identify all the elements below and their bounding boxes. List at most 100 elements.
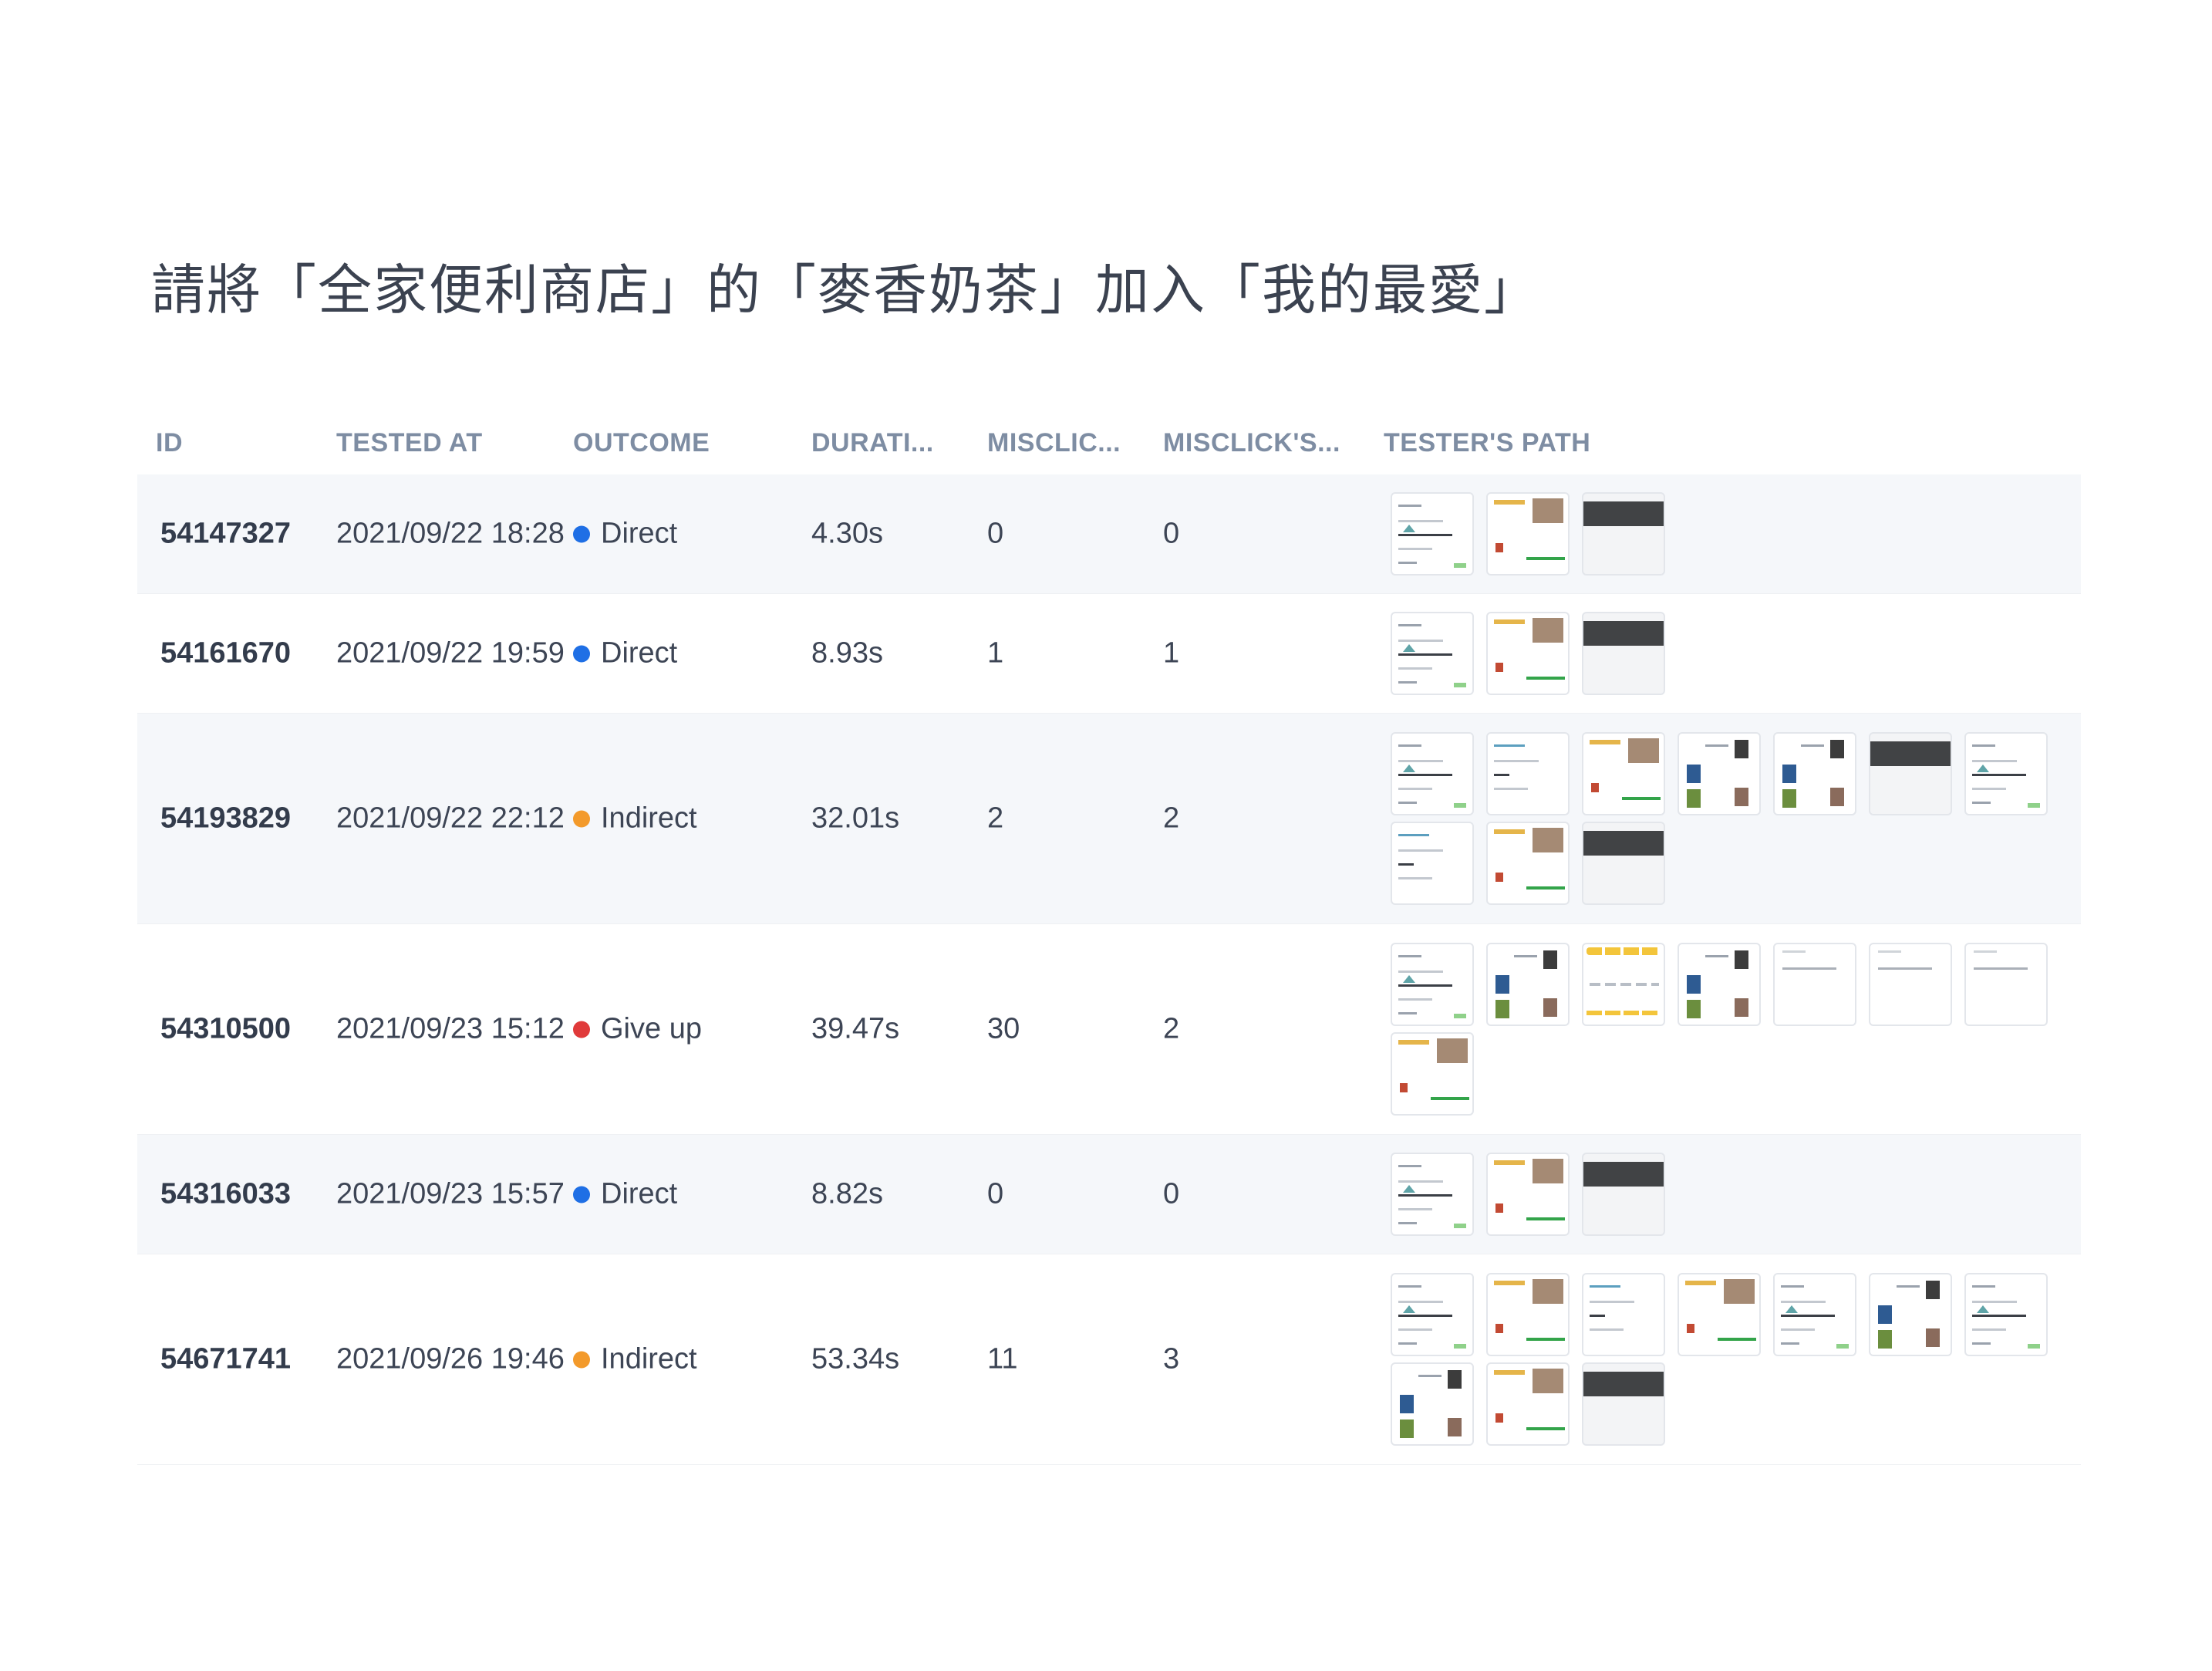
row-outcome: Indirect — [573, 802, 697, 836]
outcome-dot-icon — [573, 1186, 590, 1203]
screen-thumbnail-product[interactable] — [1486, 822, 1570, 905]
screen-thumbnail-product[interactable] — [1486, 1153, 1570, 1236]
screen-thumbnail-dark[interactable] — [1582, 612, 1665, 695]
column-header-misclicks[interactable]: MISCLIC... — [987, 428, 1121, 458]
row-misclick-screens: 3 — [1163, 1342, 1180, 1376]
screen-thumbnail-products[interactable] — [1869, 1273, 1952, 1356]
outcome-dot-icon — [573, 1021, 590, 1038]
row-tested-at: 2021/09/23 15:12 — [336, 1012, 565, 1045]
screen-thumbnail-products[interactable] — [1391, 1362, 1474, 1446]
table-row[interactable]: 54310500 2021/09/23 15:12 Give up 39.47s… — [137, 924, 2081, 1135]
screen-thumbnail-home[interactable] — [1391, 732, 1474, 815]
row-tested-at: 2021/09/22 18:28 — [336, 517, 565, 550]
row-outcome-label: Direct — [601, 636, 678, 670]
row-duration: 32.01s — [811, 802, 900, 835]
row-outcome: Direct — [573, 637, 677, 670]
screen-thumbnail-products[interactable] — [1486, 943, 1570, 1026]
screen-thumbnail-product[interactable] — [1486, 1362, 1570, 1446]
testers-path — [1391, 492, 2048, 576]
row-duration: 8.93s — [811, 636, 883, 670]
table-row[interactable]: 54193829 2021/09/22 22:12 Indirect 32.01… — [137, 714, 2081, 924]
row-outcome-label: Give up — [601, 1012, 702, 1045]
table-header: ID TESTED AT OUTCOME DURATI... MISCLIC..… — [137, 405, 2081, 474]
row-misclick-screens: 0 — [1163, 1177, 1180, 1210]
screen-thumbnail-dark[interactable] — [1582, 1362, 1665, 1446]
row-misclick-screens: 2 — [1163, 1012, 1180, 1045]
row-outcome-label: Direct — [601, 1177, 678, 1210]
row-misclicks: 1 — [987, 636, 1004, 670]
column-header-outcome[interactable]: OUTCOME — [573, 428, 710, 458]
screen-thumbnail-yellow[interactable] — [1582, 943, 1665, 1026]
row-duration: 39.47s — [811, 1012, 900, 1045]
testers-path — [1391, 943, 2048, 1116]
column-header-id[interactable]: ID — [156, 428, 183, 458]
screen-thumbnail-product[interactable] — [1486, 492, 1570, 576]
table-row[interactable]: 54161670 2021/09/22 19:59 Direct 8.93s 1… — [137, 594, 2081, 714]
outcome-dot-icon — [573, 645, 590, 662]
row-misclicks: 2 — [987, 802, 1004, 835]
table-body: 54147327 2021/09/22 18:28 Direct 4.30s 0… — [137, 474, 2081, 1465]
row-outcome: Give up — [573, 1013, 702, 1046]
row-id[interactable]: 54671741 — [160, 1343, 291, 1376]
screen-thumbnail-dark[interactable] — [1582, 492, 1665, 576]
table-row[interactable]: 54316033 2021/09/23 15:57 Direct 8.82s 0… — [137, 1135, 2081, 1254]
screen-thumbnail-home[interactable] — [1391, 1153, 1474, 1236]
screen-thumbnail-list[interactable] — [1391, 822, 1474, 905]
screen-thumbnail-products[interactable] — [1678, 732, 1761, 815]
screen-thumbnail-product[interactable] — [1582, 732, 1665, 815]
row-outcome: Direct — [573, 1178, 677, 1211]
screen-thumbnail-home[interactable] — [1964, 732, 2048, 815]
column-header-testers-path[interactable]: TESTER'S PATH — [1384, 428, 1590, 458]
row-duration: 53.34s — [811, 1342, 900, 1376]
row-misclick-screens: 0 — [1163, 517, 1180, 550]
screen-thumbnail-home[interactable] — [1391, 612, 1474, 695]
row-outcome-label: Indirect — [601, 802, 697, 835]
screen-thumbnail-product[interactable] — [1391, 1032, 1474, 1116]
screen-thumbnail-home[interactable] — [1391, 1273, 1474, 1356]
row-id[interactable]: 54316033 — [160, 1178, 291, 1211]
screen-thumbnail-products[interactable] — [1773, 732, 1856, 815]
column-header-duration[interactable]: DURATI... — [811, 428, 934, 458]
screen-thumbnail-dark[interactable] — [1582, 822, 1665, 905]
screen-thumbnail-home[interactable] — [1391, 943, 1474, 1026]
screen-thumbnail-list[interactable] — [1582, 1273, 1665, 1356]
row-misclicks: 30 — [987, 1012, 1020, 1045]
table-row[interactable]: 54671741 2021/09/26 19:46 Indirect 53.34… — [137, 1254, 2081, 1465]
results-table: ID TESTED AT OUTCOME DURATI... MISCLIC..… — [137, 405, 2081, 1465]
column-header-misclick-screens[interactable]: MISCLICK'S... — [1163, 428, 1340, 458]
row-id[interactable]: 54193829 — [160, 802, 291, 836]
row-duration: 4.30s — [811, 517, 883, 550]
row-misclicks: 0 — [987, 517, 1004, 550]
screen-thumbnail-home[interactable] — [1964, 1273, 2048, 1356]
screen-thumbnail-home[interactable] — [1773, 1273, 1856, 1356]
row-id[interactable]: 54147327 — [160, 518, 291, 551]
column-header-tested-at[interactable]: TESTED AT — [336, 428, 483, 458]
screen-thumbnail-list[interactable] — [1486, 732, 1570, 815]
row-outcome: Direct — [573, 518, 677, 551]
row-misclicks: 0 — [987, 1177, 1004, 1210]
screen-thumbnail-blank[interactable] — [1964, 943, 2048, 1026]
screen-thumbnail-blank[interactable] — [1773, 943, 1856, 1026]
screen-thumbnail-home[interactable] — [1391, 492, 1474, 576]
testers-path — [1391, 732, 2048, 905]
screen-thumbnail-product[interactable] — [1678, 1273, 1761, 1356]
row-duration: 8.82s — [811, 1177, 883, 1210]
screen-thumbnail-product[interactable] — [1486, 1273, 1570, 1356]
outcome-dot-icon — [573, 1351, 590, 1368]
row-id[interactable]: 54310500 — [160, 1013, 291, 1046]
table-row[interactable]: 54147327 2021/09/22 18:28 Direct 4.30s 0… — [137, 474, 2081, 594]
task-title: 請將「全家便利商店」的「麥香奶茶」加入「我的最愛」 — [151, 258, 1539, 322]
screen-thumbnail-dark[interactable] — [1582, 1153, 1665, 1236]
testers-path — [1391, 1153, 2048, 1236]
screen-thumbnail-product[interactable] — [1486, 612, 1570, 695]
screen-thumbnail-dark[interactable] — [1869, 732, 1952, 815]
testers-path — [1391, 1273, 2048, 1446]
row-id[interactable]: 54161670 — [160, 637, 291, 670]
row-outcome-label: Indirect — [601, 1342, 697, 1376]
screen-thumbnail-blank[interactable] — [1869, 943, 1952, 1026]
screen-thumbnail-products[interactable] — [1678, 943, 1761, 1026]
testers-path — [1391, 612, 2048, 695]
row-outcome: Indirect — [573, 1343, 697, 1376]
outcome-dot-icon — [573, 525, 590, 542]
row-misclick-screens: 1 — [1163, 636, 1180, 670]
